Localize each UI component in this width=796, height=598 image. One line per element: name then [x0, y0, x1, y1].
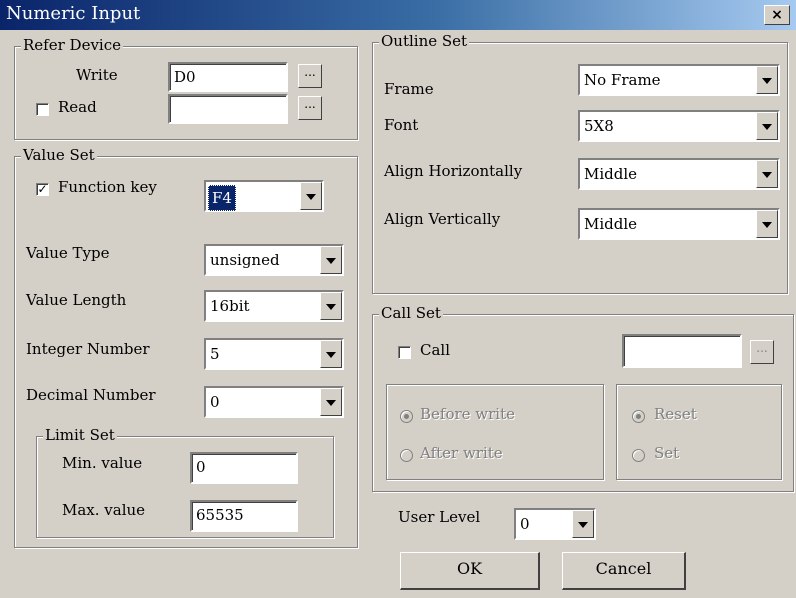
- chevron-down-icon[interactable]: [320, 340, 342, 368]
- decimal-number-select[interactable]: 0: [204, 386, 344, 418]
- close-button[interactable]: ×: [764, 5, 790, 25]
- align-horizontally-value: Middle: [584, 165, 638, 183]
- align-horizontally-label: Align Horizontally: [384, 162, 523, 180]
- decimal-number-label: Decimal Number: [26, 386, 156, 404]
- function-key-checkbox[interactable]: ✓: [36, 183, 49, 196]
- value-type-value: unsigned: [210, 251, 280, 269]
- outline-set-legend: Outline Set: [379, 32, 470, 50]
- chevron-down-icon[interactable]: [572, 510, 594, 538]
- chevron-down-icon[interactable]: [756, 210, 778, 238]
- write-device-input[interactable]: D0: [168, 62, 288, 92]
- call-action-group: [616, 384, 782, 480]
- ok-button[interactable]: OK: [400, 552, 540, 590]
- align-vertically-value: Middle: [584, 215, 638, 233]
- call-label: Call: [420, 341, 451, 359]
- align-vertically-label: Align Vertically: [384, 210, 501, 228]
- font-select[interactable]: 5X8: [578, 110, 780, 142]
- set-radio[interactable]: [632, 449, 645, 462]
- chevron-down-icon[interactable]: [756, 112, 778, 140]
- call-input[interactable]: [622, 334, 742, 368]
- value-type-label: Value Type: [26, 244, 110, 262]
- function-key-label: Function key: [58, 178, 157, 196]
- function-key-value: F4: [208, 185, 236, 211]
- refer-device-legend: Refer Device: [21, 36, 123, 54]
- refer-device-group: Refer Device: [14, 36, 358, 140]
- user-level-value: 0: [520, 515, 530, 533]
- min-value-label: Min. value: [62, 454, 143, 472]
- font-value: 5X8: [584, 117, 614, 135]
- read-browse-button[interactable]: ...: [298, 96, 322, 120]
- read-device-input[interactable]: [168, 94, 288, 124]
- before-write-radio[interactable]: [400, 410, 413, 423]
- window-title: Numeric Input: [6, 3, 141, 24]
- reset-label: Reset: [654, 405, 697, 423]
- cancel-button[interactable]: Cancel: [562, 552, 686, 590]
- decimal-number-value: 0: [210, 393, 220, 411]
- read-label: Read: [58, 98, 97, 116]
- call-timing-group: [386, 384, 604, 480]
- frame-value: No Frame: [584, 71, 661, 89]
- chevron-down-icon[interactable]: [320, 246, 342, 274]
- value-length-value: 16bit: [210, 297, 250, 315]
- font-label: Font: [384, 116, 419, 134]
- frame-label: Frame: [384, 80, 434, 98]
- chevron-down-icon[interactable]: [756, 66, 778, 94]
- ellipsis-icon: ...: [304, 65, 316, 79]
- align-horizontally-select[interactable]: Middle: [578, 158, 780, 190]
- write-browse-button[interactable]: ...: [298, 64, 322, 88]
- chevron-down-icon[interactable]: [320, 388, 342, 416]
- value-set-legend: Value Set: [21, 146, 97, 164]
- integer-number-value: 5: [210, 345, 220, 363]
- set-label: Set: [654, 444, 680, 462]
- close-icon: ×: [771, 7, 783, 23]
- call-checkbox[interactable]: [398, 346, 411, 359]
- integer-number-label: Integer Number: [26, 340, 150, 358]
- before-write-label: Before write: [420, 405, 516, 423]
- function-key-select[interactable]: F4: [204, 180, 324, 212]
- call-browse-button[interactable]: ...: [750, 340, 774, 364]
- chevron-down-icon[interactable]: [320, 292, 342, 320]
- after-write-radio[interactable]: [400, 449, 413, 462]
- min-value-input[interactable]: 0: [190, 452, 298, 484]
- max-value-input[interactable]: 65535: [190, 500, 298, 532]
- call-set-legend: Call Set: [379, 304, 443, 322]
- user-level-select[interactable]: 0: [514, 508, 596, 540]
- frame-select[interactable]: No Frame: [578, 64, 780, 96]
- user-level-label: User Level: [398, 508, 481, 526]
- write-label: Write: [76, 66, 118, 84]
- value-length-select[interactable]: 16bit: [204, 290, 344, 322]
- read-checkbox[interactable]: [36, 103, 49, 116]
- chevron-down-icon[interactable]: [300, 182, 322, 210]
- align-vertically-select[interactable]: Middle: [578, 208, 780, 240]
- max-value-label: Max. value: [62, 501, 146, 519]
- reset-radio[interactable]: [632, 410, 645, 423]
- limit-set-legend: Limit Set: [43, 426, 117, 444]
- ellipsis-icon: ...: [756, 341, 768, 355]
- value-type-select[interactable]: unsigned: [204, 244, 344, 276]
- value-length-label: Value Length: [26, 291, 127, 309]
- ellipsis-icon: ...: [304, 97, 316, 111]
- chevron-down-icon[interactable]: [756, 160, 778, 188]
- integer-number-select[interactable]: 5: [204, 338, 344, 370]
- after-write-label: After write: [420, 444, 503, 462]
